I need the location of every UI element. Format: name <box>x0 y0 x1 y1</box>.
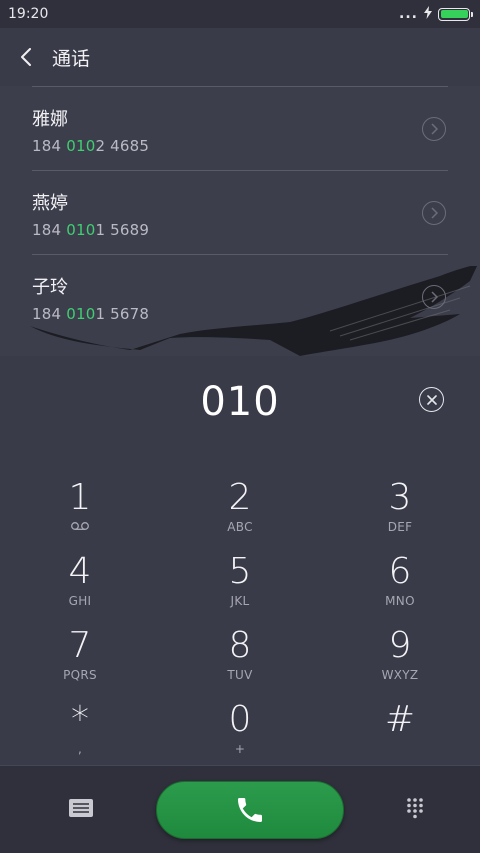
number-rest: 2 4685 <box>95 137 150 155</box>
number-rest: 1 5678 <box>95 305 150 323</box>
contact-row[interactable]: 子玲 184 0101 5678 <box>32 254 448 338</box>
key-digit: 3 <box>388 477 412 518</box>
bottom-bar <box>0 765 480 853</box>
contact-name: 燕婷 <box>32 193 68 214</box>
key-5[interactable]: 5 JKL <box>160 548 320 622</box>
keypad-toggle-button[interactable] <box>406 797 424 823</box>
contact-number: 184 0101 5678 <box>32 305 448 323</box>
contact-name: 雅娜 <box>32 109 68 130</box>
key-letters: GHI <box>68 594 92 608</box>
key-digit: 2 <box>228 477 252 518</box>
key-9[interactable]: 9 WXYZ <box>320 622 480 696</box>
number-match: 010 <box>66 221 96 239</box>
number-match: 010 <box>66 305 96 323</box>
key-digit: 0 <box>228 699 252 740</box>
status-bar: 19:20 ... <box>0 0 480 28</box>
key-letters: MNO <box>385 594 415 608</box>
number-rest: 1 5689 <box>95 221 150 239</box>
contact-number: 184 0101 5689 <box>32 221 448 239</box>
key-digit: 8 <box>228 625 252 666</box>
status-time: 19:20 <box>8 6 49 22</box>
key-letters: WXYZ <box>381 668 419 682</box>
key-4[interactable]: 4 GHI <box>0 548 160 622</box>
number-prefix: 184 <box>32 221 67 239</box>
page-title: 通话 <box>52 47 91 70</box>
key-letters: + <box>234 742 246 756</box>
key-letters: TUV <box>227 668 253 682</box>
key-digit: 9 <box>388 625 412 666</box>
chevron-left-icon <box>21 48 31 66</box>
key-3[interactable]: 3 DEF <box>320 474 480 548</box>
key-digit: 6 <box>388 551 412 592</box>
key-star[interactable]: * , <box>0 696 160 770</box>
key-0[interactable]: 0 + <box>160 696 320 770</box>
key-letters: DEF <box>387 520 413 534</box>
back-button[interactable] <box>0 28 52 86</box>
message-button[interactable] <box>68 798 94 822</box>
keypad: 1 2 ABC 3 DEF 4 GHI 5 JKL 6 MNO 7 PQRS 8… <box>0 474 480 770</box>
contact-detail-button[interactable] <box>422 117 446 141</box>
phone-icon <box>238 797 262 822</box>
clear-circle-icon <box>426 394 437 405</box>
clear-button[interactable] <box>419 387 444 412</box>
contact-name: 子玲 <box>32 277 68 298</box>
charging-icon <box>424 5 432 23</box>
key-digit: 5 <box>228 551 252 592</box>
dialed-number-display[interactable]: 010 <box>0 374 480 430</box>
contact-results: 雅娜 184 0102 4685 燕婷 184 0101 5689 子玲 184… <box>0 86 480 356</box>
battery-icon <box>438 7 473 21</box>
contact-detail-button[interactable] <box>422 201 446 225</box>
key-letters: , <box>77 742 83 756</box>
key-hash[interactable]: # <box>320 696 480 770</box>
more-dots: ... <box>399 6 418 22</box>
contact-row[interactable]: 雅娜 184 0102 4685 <box>32 86 448 170</box>
key-6[interactable]: 6 MNO <box>320 548 480 622</box>
key-2[interactable]: 2 ABC <box>160 474 320 548</box>
header: 通话 <box>0 28 480 86</box>
battery-level <box>440 10 468 18</box>
keypad-grid-icon <box>407 797 423 818</box>
call-button[interactable] <box>156 780 344 839</box>
contact-detail-button[interactable] <box>422 285 446 309</box>
chevron-right-icon <box>431 123 438 135</box>
key-digit: 7 <box>68 625 92 666</box>
contact-number: 184 0102 4685 <box>32 137 448 155</box>
key-letters: ABC <box>227 520 253 534</box>
key-letters: JKL <box>230 594 250 608</box>
key-8[interactable]: 8 TUV <box>160 622 320 696</box>
number-match: 010 <box>66 137 96 155</box>
key-digit: 4 <box>68 551 92 592</box>
voicemail-icon <box>70 520 90 534</box>
chevron-right-icon <box>431 291 438 303</box>
number-prefix: 184 <box>32 305 67 323</box>
key-7[interactable]: 7 PQRS <box>0 622 160 696</box>
number-prefix: 184 <box>32 137 67 155</box>
contact-row[interactable]: 燕婷 184 0101 5689 <box>32 170 448 254</box>
chevron-right-icon <box>431 207 438 219</box>
key-1[interactable]: 1 <box>0 474 160 548</box>
status-icons: ... <box>399 5 473 23</box>
key-letters: PQRS <box>63 668 97 682</box>
key-digit: * <box>71 699 89 740</box>
key-digit: # <box>384 699 416 740</box>
message-icon <box>69 798 93 817</box>
key-digit: 1 <box>68 477 92 518</box>
